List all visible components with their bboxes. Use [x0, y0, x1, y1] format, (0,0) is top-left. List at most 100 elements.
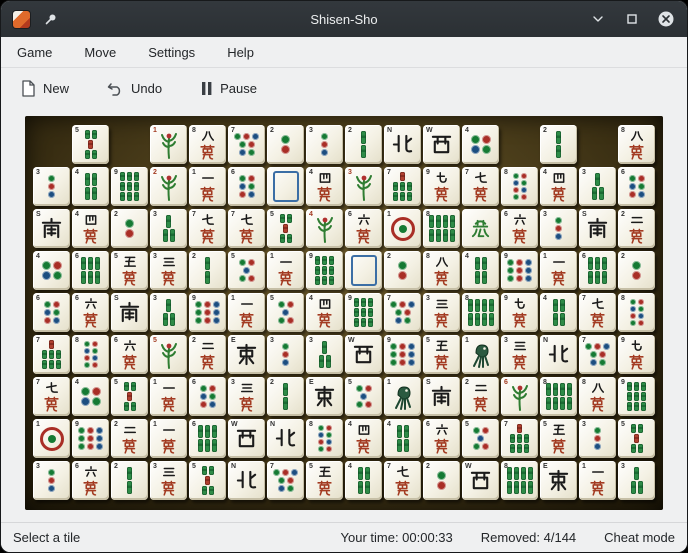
- tile-b4-r7c9[interactable]: 4: [384, 419, 421, 458]
- menu-item-settings[interactable]: Settings: [146, 41, 197, 64]
- tile-b8-r4c11[interactable]: 8: [462, 293, 499, 332]
- tile-b2-r6c6[interactable]: 2: [267, 377, 304, 416]
- tile-wS-r6c10[interactable]: S: [423, 377, 460, 416]
- tile-c2-r3c9[interactable]: 2: [384, 251, 421, 290]
- tile-wE-r6c7[interactable]: E: [306, 377, 343, 416]
- tile-m1-r7c3[interactable]: 1: [150, 419, 187, 458]
- tile-m9-r4c12[interactable]: 9: [501, 293, 538, 332]
- tile-b5-r6c2[interactable]: 5: [111, 377, 148, 416]
- tile-b4-r8c8[interactable]: 4: [345, 461, 382, 500]
- tile-c5-r3c5[interactable]: 5: [228, 251, 265, 290]
- tile-c3-r5c6[interactable]: 3: [267, 335, 304, 374]
- tile-c3-r8c0[interactable]: 3: [33, 461, 70, 500]
- tile-c8-r5c1[interactable]: 8: [72, 335, 109, 374]
- menu-item-move[interactable]: Move: [82, 41, 118, 64]
- tile-m8-r0c15[interactable]: 8: [618, 125, 655, 164]
- tile-c9-r7c1[interactable]: 9: [72, 419, 109, 458]
- tile-c3-r7c14[interactable]: 3: [579, 419, 616, 458]
- tile-b1-r5c11[interactable]: 1: [462, 335, 499, 374]
- tile-dW-r3c8[interactable]: [345, 251, 382, 290]
- tile-wN-r5c13[interactable]: N: [540, 335, 577, 374]
- tile-m7-r4c14[interactable]: 7: [579, 293, 616, 332]
- tile-wN-r7c6[interactable]: N: [267, 419, 304, 458]
- tile-wN-r8c5[interactable]: N: [228, 461, 265, 500]
- tile-m6-r2c12[interactable]: 6: [501, 209, 538, 248]
- tile-c8-r1c12[interactable]: 8: [501, 167, 538, 206]
- tile-b2-r0c13[interactable]: 2: [540, 125, 577, 164]
- tile-wE-r5c5[interactable]: E: [228, 335, 265, 374]
- tile-b8-r8c12[interactable]: 8: [501, 461, 538, 500]
- tile-m6-r2c8[interactable]: 6: [345, 209, 382, 248]
- tile-c7-r4c9[interactable]: 7: [384, 293, 421, 332]
- tile-m1-r3c13[interactable]: 1: [540, 251, 577, 290]
- tile-m3-r6c5[interactable]: 3: [228, 377, 265, 416]
- tile-c2-r0c6[interactable]: 2: [267, 125, 304, 164]
- tile-f3-r1c8[interactable]: 3: [345, 167, 382, 206]
- tile-wW-r5c8[interactable]: W: [345, 335, 382, 374]
- tile-b6-r7c4[interactable]: 6: [189, 419, 226, 458]
- tile-c1-r7c0[interactable]: 1: [33, 419, 70, 458]
- tile-m7-r2c5[interactable]: 7: [228, 209, 265, 248]
- tile-m5-r3c2[interactable]: 5: [111, 251, 148, 290]
- tile-c7-r5c14[interactable]: 7: [579, 335, 616, 374]
- tile-c6-r1c5[interactable]: 6: [228, 167, 265, 206]
- pause-button[interactable]: Pause: [194, 77, 263, 100]
- tile-m4-r4c7[interactable]: 4: [306, 293, 343, 332]
- tile-m4-r1c13[interactable]: 4: [540, 167, 577, 206]
- new-button[interactable]: New: [15, 76, 75, 101]
- tile-b7-r7c12[interactable]: 7: [501, 419, 538, 458]
- tile-m5-r5c10[interactable]: 5: [423, 335, 460, 374]
- tile-c7-r0c5[interactable]: 7: [228, 125, 265, 164]
- tile-m2-r7c2[interactable]: 2: [111, 419, 148, 458]
- tile-b5-r8c4[interactable]: 5: [189, 461, 226, 500]
- tile-f5-r5c3[interactable]: 5: [150, 335, 187, 374]
- tile-wS-r4c2[interactable]: S: [111, 293, 148, 332]
- tile-m1-r8c14[interactable]: 1: [579, 461, 616, 500]
- tile-b2-r3c4[interactable]: 2: [189, 251, 226, 290]
- tile-b7-r5c0[interactable]: 7: [33, 335, 70, 374]
- tile-c4-r6c1[interactable]: 4: [72, 377, 109, 416]
- tile-m2-r2c15[interactable]: 2: [618, 209, 655, 248]
- tile-wN-r0c9[interactable]: N: [384, 125, 421, 164]
- tile-c9-r4c4[interactable]: 9: [189, 293, 226, 332]
- tile-wE-r8c13[interactable]: E: [540, 461, 577, 500]
- tile-b7-r1c9[interactable]: 7: [384, 167, 421, 206]
- tile-f6-r6c12[interactable]: 6: [501, 377, 538, 416]
- tile-c1-r2c9[interactable]: 1: [384, 209, 421, 248]
- tile-m6-r8c1[interactable]: 6: [72, 461, 109, 500]
- tile-wW-r7c5[interactable]: W: [228, 419, 265, 458]
- tile-f4-r2c7[interactable]: 4: [306, 209, 343, 248]
- tile-wS-r2c0[interactable]: S: [33, 209, 70, 248]
- tile-b5-r7c15[interactable]: 5: [618, 419, 655, 458]
- menu-item-game[interactable]: Game: [15, 41, 54, 64]
- tile-m1-r6c3[interactable]: 1: [150, 377, 187, 416]
- tile-wS-r2c14[interactable]: S: [579, 209, 616, 248]
- tile-m4-r2c1[interactable]: 4: [72, 209, 109, 248]
- tile-b8-r2c10[interactable]: 8: [423, 209, 460, 248]
- tile-b3-r5c7[interactable]: 3: [306, 335, 343, 374]
- tile-b2-r0c8[interactable]: 2: [345, 125, 382, 164]
- tile-m3-r3c3[interactable]: 3: [150, 251, 187, 290]
- tile-m7-r6c0[interactable]: 7: [33, 377, 70, 416]
- tile-m5-r7c13[interactable]: 5: [540, 419, 577, 458]
- tile-b6-r3c14[interactable]: 6: [579, 251, 616, 290]
- tile-c6-r1c15[interactable]: 6: [618, 167, 655, 206]
- tile-b5-r2c6[interactable]: 5: [267, 209, 304, 248]
- tile-c5-r7c11[interactable]: 5: [462, 419, 499, 458]
- tile-b3-r1c14[interactable]: 3: [579, 167, 616, 206]
- tile-m4-r7c8[interactable]: 4: [345, 419, 382, 458]
- tile-b3-r2c3[interactable]: 3: [150, 209, 187, 248]
- tile-c2-r8c10[interactable]: 2: [423, 461, 460, 500]
- tile-m9-r1c10[interactable]: 9: [423, 167, 460, 206]
- tile-m2-r6c11[interactable]: 2: [462, 377, 499, 416]
- tile-b4-r4c13[interactable]: 4: [540, 293, 577, 332]
- tile-m1-r1c4[interactable]: 1: [189, 167, 226, 206]
- tile-b9-r1c2[interactable]: 9: [111, 167, 148, 206]
- tile-m1-r3c6[interactable]: 1: [267, 251, 304, 290]
- tile-c2-r3c15[interactable]: 2: [618, 251, 655, 290]
- tile-f1-r0c3[interactable]: 1: [150, 125, 187, 164]
- tile-m1-r4c5[interactable]: 1: [228, 293, 265, 332]
- tile-c3-r1c0[interactable]: 3: [33, 167, 70, 206]
- tile-dG-r2c11[interactable]: [462, 209, 499, 248]
- tile-b6-r3c1[interactable]: 6: [72, 251, 109, 290]
